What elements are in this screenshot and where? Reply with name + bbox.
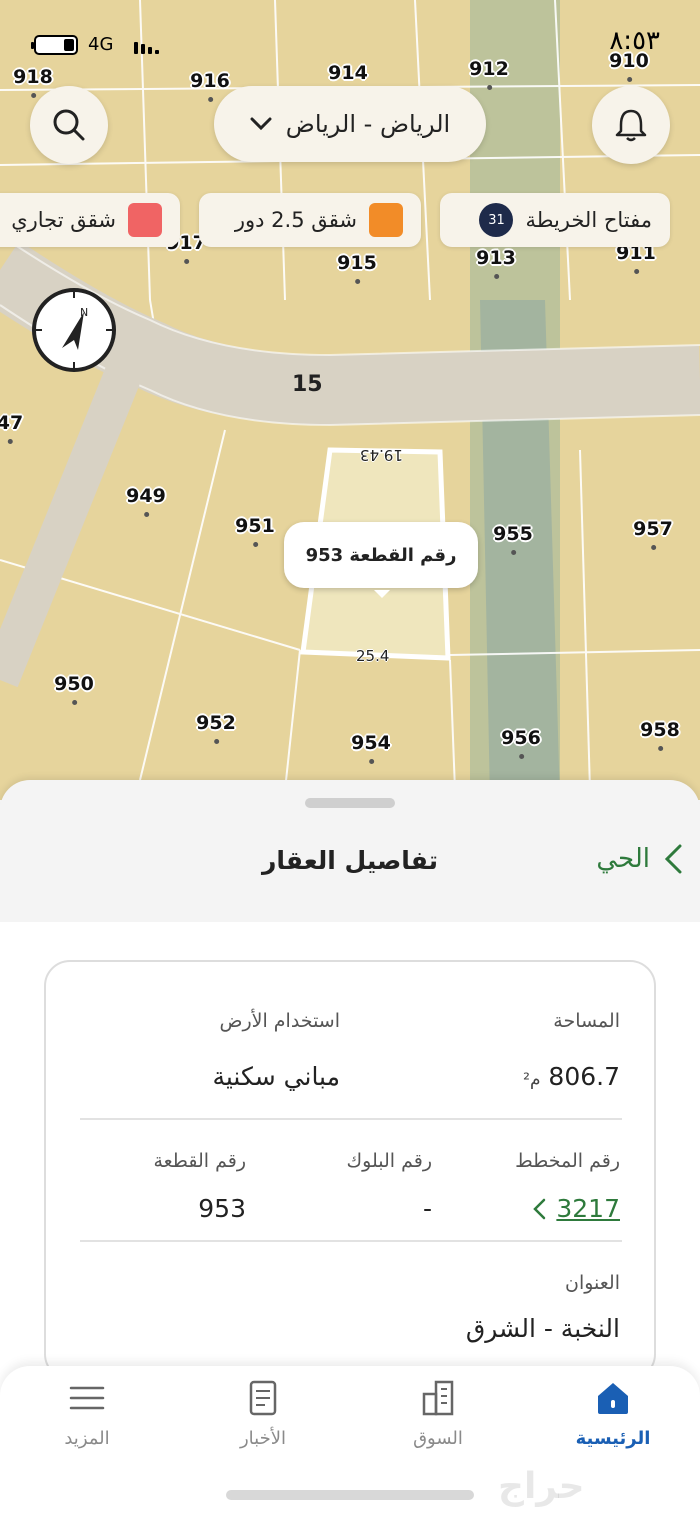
network-type: 4G bbox=[88, 34, 114, 55]
map-key-label: مفتاح الخريطة bbox=[525, 208, 652, 232]
plot-number[interactable]: 47 bbox=[0, 412, 23, 444]
area-number: 806.7 bbox=[548, 1062, 620, 1091]
plot-dimension-top: 19.43 bbox=[360, 446, 403, 464]
notifications-button[interactable] bbox=[592, 86, 670, 164]
search-icon bbox=[53, 109, 85, 141]
nav-news[interactable]: الأخبار bbox=[198, 1378, 328, 1468]
status-time: ٨:٥٣ bbox=[609, 26, 660, 56]
plot-number[interactable]: 958 bbox=[640, 719, 680, 751]
area-label: المساحة bbox=[553, 1010, 620, 1032]
area-value: 806.7 م² bbox=[523, 1062, 620, 1091]
property-card: المساحة 806.7 م² استخدام الأرض مباني سكن… bbox=[44, 960, 656, 1380]
address-label: العنوان bbox=[564, 1272, 620, 1294]
plot-number[interactable]: 956 bbox=[501, 727, 541, 759]
district-link-label: الحي bbox=[596, 844, 650, 874]
bell-icon bbox=[615, 109, 647, 142]
divider bbox=[80, 1240, 622, 1242]
menu-icon bbox=[69, 1386, 105, 1410]
divider bbox=[80, 1118, 622, 1120]
sheet-drag-handle[interactable] bbox=[305, 798, 395, 808]
city-selector[interactable]: الرياض - الرياض bbox=[214, 86, 486, 162]
plot-number[interactable]: 952 bbox=[196, 712, 236, 744]
nav-more[interactable]: المزيد bbox=[22, 1378, 152, 1468]
compass-icon: N bbox=[36, 292, 112, 368]
scheme-number-label: رقم المخطط bbox=[515, 1150, 620, 1172]
plot-number[interactable]: 912 bbox=[469, 58, 509, 90]
legend-chip-apartments-2-5[interactable]: شقق 2.5 دور bbox=[199, 193, 421, 247]
battery-icon bbox=[31, 35, 78, 55]
home-icon bbox=[598, 1383, 628, 1414]
nav-home-label: الرئيسية bbox=[575, 1428, 651, 1449]
plot-number[interactable]: 955 bbox=[493, 523, 533, 555]
road-label: 15 bbox=[292, 372, 323, 397]
legend-swatch-red bbox=[128, 203, 162, 237]
land-use-value: مباني سكنية bbox=[212, 1062, 340, 1091]
watermark: حراج bbox=[498, 1466, 585, 1507]
home-indicator bbox=[226, 1490, 474, 1500]
district-link[interactable]: الحي bbox=[596, 844, 682, 874]
plot-number[interactable]: 918 bbox=[13, 66, 53, 98]
compass-button[interactable]: N bbox=[32, 288, 116, 372]
buildings-icon bbox=[422, 1380, 454, 1416]
legend-swatch-orange bbox=[369, 203, 403, 237]
plot-number-label: رقم القطعة bbox=[153, 1150, 246, 1172]
plot-number[interactable]: 954 bbox=[351, 732, 391, 764]
plot-dimension-bottom: 25.4 bbox=[356, 647, 390, 665]
plot-number[interactable]: 949 bbox=[126, 485, 166, 517]
plot-number[interactable]: 957 bbox=[633, 518, 673, 550]
svg-text:N: N bbox=[80, 306, 88, 319]
scheme-number-link[interactable]: 3217 bbox=[532, 1194, 620, 1223]
signal-icon bbox=[134, 38, 160, 54]
news-icon bbox=[249, 1380, 277, 1416]
search-button[interactable] bbox=[30, 86, 108, 164]
map-key-badge: 31 bbox=[479, 203, 514, 237]
map-key-chip[interactable]: مفتاح الخريطة 31 bbox=[440, 193, 670, 247]
plot-number[interactable]: 915 bbox=[337, 252, 377, 284]
city-selector-label: الرياض - الرياض bbox=[285, 110, 451, 138]
chevron-down-icon bbox=[250, 117, 272, 131]
bottom-navigation: الرئيسية السوق الأخبار المزيد حراج bbox=[0, 1366, 700, 1514]
chevron-left-icon bbox=[533, 1198, 546, 1219]
plot-number[interactable]: 914 bbox=[328, 62, 368, 94]
area-unit: م² bbox=[523, 1070, 541, 1090]
scheme-number-value: 3217 bbox=[556, 1194, 620, 1223]
nav-market[interactable]: السوق bbox=[373, 1378, 503, 1468]
legend-chip-label: شقق تجاري bbox=[11, 208, 116, 232]
block-number-value: - bbox=[422, 1194, 432, 1223]
address-value: النخبة - الشرق bbox=[465, 1314, 620, 1343]
nav-news-label: الأخبار bbox=[239, 1428, 286, 1449]
plot-number[interactable]: 916 bbox=[190, 70, 230, 102]
plot-number[interactable]: 913 bbox=[476, 247, 516, 279]
legend-chip-commercial[interactable]: شقق تجاري bbox=[0, 193, 180, 247]
block-number-label: رقم البلوك bbox=[346, 1150, 432, 1172]
plot-number-value: 953 bbox=[198, 1194, 246, 1223]
plot-number[interactable]: 950 bbox=[54, 673, 94, 705]
land-use-label: استخدام الأرض bbox=[219, 1010, 340, 1032]
map-view[interactable]: 15 918 916 914 912 910 917 915 913 911 4… bbox=[0, 0, 700, 800]
nav-market-label: السوق bbox=[413, 1428, 463, 1449]
legend-chip-label: شقق 2.5 دور bbox=[234, 208, 357, 232]
selected-plot-bubble[interactable]: رقم القطعة 953 bbox=[284, 522, 478, 598]
nav-more-label: المزيد bbox=[64, 1428, 110, 1449]
chevron-left-icon bbox=[664, 844, 682, 874]
nav-home[interactable]: الرئيسية bbox=[548, 1378, 678, 1468]
sheet-title: تفاصيل العقار bbox=[262, 846, 438, 875]
plot-number[interactable]: 951 bbox=[235, 515, 275, 547]
